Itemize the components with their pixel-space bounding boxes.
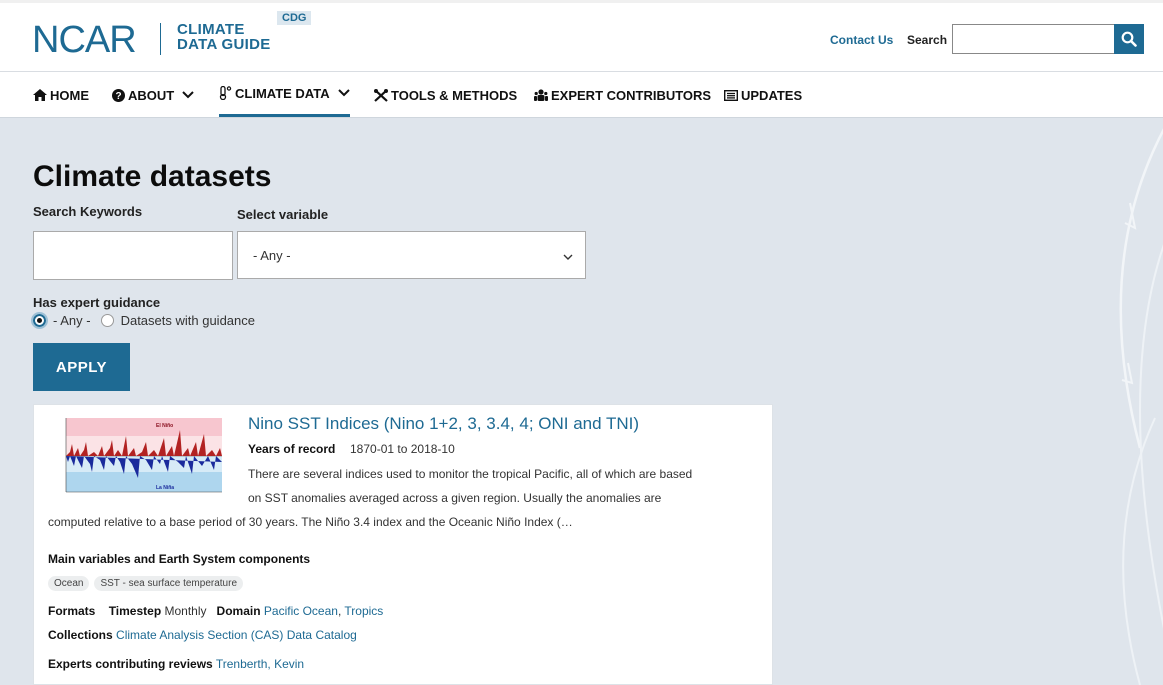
nav-tools-methods[interactable]: TOOLS & METHODS (374, 72, 517, 118)
experts-label: Experts contributing reviews (48, 657, 213, 671)
nav-tools-label: TOOLS & METHODS (391, 87, 518, 103)
variable-tags: Ocean SST - sea surface temperature (48, 576, 244, 591)
chevron-down-icon (182, 91, 194, 99)
radio-with-guidance-label[interactable]: Datasets with guidance (121, 313, 255, 328)
nav-climate-data-label: CLIMATE DATA (235, 85, 330, 101)
page-title: Climate datasets (33, 160, 272, 193)
question-circle-icon: ? (112, 88, 125, 102)
keywords-label: Search Keywords (33, 204, 143, 219)
formats-timestep-domain-row: Formats Timestep Monthly Domain Pacific … (48, 604, 384, 618)
chevron-down-icon (563, 249, 573, 264)
desc-line-2: on SST anomalies averaged across a given… (248, 491, 662, 505)
thumb-label-el-nino: El Niño (156, 423, 173, 429)
logo-line-1: CLIMATE (177, 21, 245, 38)
site-header: NCAR CLIMATE DATA GUIDE CDG Contact Us S… (0, 0, 1163, 72)
nav-about-label: ABOUT (128, 87, 175, 103)
collections-link[interactable]: Climate Analysis Section (CAS) Data Cata… (116, 628, 357, 642)
ncar-logo[interactable]: NCAR (32, 19, 137, 62)
variable-select-value: - Any - (253, 247, 291, 263)
nav-updates[interactable]: UPDATES (724, 72, 802, 118)
dataset-card: El Niño La Niña Nino SST Indices (Nino 1… (33, 404, 773, 685)
dataset-title-link[interactable]: Nino SST Indices (Nino 1+2, 3, 3.4, 4; O… (248, 414, 639, 434)
users-icon (534, 89, 548, 101)
search-input[interactable] (952, 24, 1115, 54)
radio-any-label[interactable]: - Any - (53, 313, 91, 328)
search-icon (1121, 31, 1137, 47)
nav-expert-contributors[interactable]: EXPERT CONTRIBUTORS (534, 72, 711, 118)
newspaper-icon (724, 89, 738, 101)
nav-home[interactable]: HOME (33, 72, 89, 118)
variable-select[interactable]: - Any - (237, 231, 586, 279)
desc-line-1: There are several indices used to monito… (248, 467, 693, 481)
search-label: Search (907, 33, 948, 47)
search-button[interactable] (1114, 24, 1144, 54)
main-nav: HOME ? ABOUT CLIMATE DATA TOOLS & METHOD… (0, 72, 1163, 118)
logo-line-2: DATA GUIDE (177, 36, 271, 53)
domain-label: Domain (216, 604, 261, 618)
chevron-down-icon (337, 89, 350, 97)
variable-label: Select variable (237, 207, 329, 222)
timestep-label: Timestep (108, 604, 162, 618)
years-label: Years of record (248, 442, 336, 456)
tools-icon (374, 88, 388, 102)
years-value: 1870-01 to 2018-10 (350, 442, 455, 456)
nav-about[interactable]: ? ABOUT (112, 72, 194, 118)
tag-ocean[interactable]: Ocean (48, 576, 90, 591)
background-decoration (1119, 128, 1163, 685)
svg-text:?: ? (115, 91, 121, 102)
domain-pacific-link[interactable]: Pacific Ocean (264, 604, 338, 618)
thermometer-icon (219, 86, 232, 100)
dataset-description: There are several indices used to monito… (48, 462, 758, 534)
cdg-logo-text[interactable]: CLIMATE DATA GUIDE (177, 22, 271, 52)
domain-tropics-link[interactable]: Tropics (344, 604, 383, 618)
keywords-input[interactable] (33, 231, 233, 280)
logo-divider (160, 23, 161, 55)
nav-experts-label: EXPERT CONTRIBUTORS (551, 87, 712, 103)
nav-climate-data[interactable]: CLIMATE DATA (219, 72, 350, 117)
collections-label: Collections (48, 628, 113, 642)
tag-sst[interactable]: SST - sea surface temperature (94, 576, 244, 591)
nav-updates-label: UPDATES (741, 87, 803, 103)
nav-home-label: HOME (50, 87, 89, 103)
expert-link[interactable]: Trenberth, Kevin (216, 657, 304, 671)
guidance-radio-group: - Any - Datasets with guidance (31, 312, 255, 329)
radio-with-guidance[interactable] (100, 314, 114, 327)
contact-us-link[interactable]: Contact Us (830, 33, 893, 47)
radio-any[interactable] (31, 312, 48, 329)
desc-line-3: computed relative to a base period of 30… (48, 515, 573, 529)
collections-row: Collections Climate Analysis Section (CA… (48, 628, 357, 642)
main-variables-label: Main variables and Earth System componen… (48, 552, 311, 566)
timestep-value: Monthly (164, 604, 207, 618)
formats-label: Formats (48, 604, 96, 618)
apply-button[interactable]: APPLY (33, 343, 130, 391)
guidance-label: Has expert guidance (33, 295, 161, 310)
home-icon (33, 89, 47, 101)
experts-row: Experts contributing reviews Trenberth, … (48, 657, 304, 671)
cdg-badge: CDG (277, 11, 312, 25)
